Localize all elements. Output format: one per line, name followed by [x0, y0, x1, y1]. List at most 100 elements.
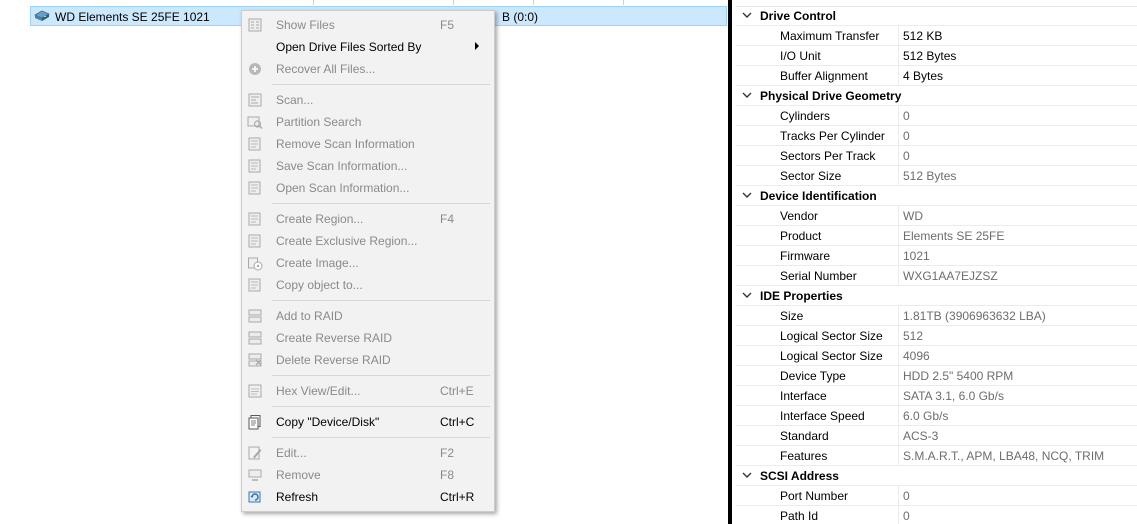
- property-row[interactable]: Firmware 1021: [736, 246, 1137, 266]
- context-menu: Show Files F5 Open Drive Files Sorted By Re…: [241, 10, 495, 512]
- column-divider: [898, 346, 899, 366]
- property-name: Product: [780, 229, 822, 243]
- group-title: SCSI Address: [760, 469, 839, 483]
- menu-item-open-drive-files-sorted-by[interactable]: Open Drive Files Sorted By: [242, 36, 494, 58]
- menu-item-add-to-raid[interactable]: Add to RAID: [242, 305, 494, 327]
- property-row[interactable]: Maximum Transfer 512 KB: [736, 26, 1137, 46]
- chevron-down-icon[interactable]: [741, 189, 753, 201]
- chevron-down-icon[interactable]: [741, 469, 753, 481]
- property-group-header[interactable]: Drive Control: [736, 6, 1137, 26]
- property-value: 1.81TB (3906963632 LBA): [903, 309, 1046, 323]
- menu-item-label: Remove: [276, 468, 321, 482]
- menu-item-label: Edit...: [276, 446, 307, 460]
- property-row[interactable]: Sectors Per Track 0: [736, 146, 1137, 166]
- menu-item-label: Copy "Device/Disk": [276, 415, 380, 429]
- menu-separator: [272, 406, 490, 407]
- show-files-icon: [248, 18, 262, 32]
- menu-item-create-reverse-raid[interactable]: Create Reverse RAID: [242, 327, 494, 349]
- properties-list: Drive Control Maximum Transfer 512 KB I/O U…: [736, 6, 1137, 524]
- column-divider: [898, 126, 899, 146]
- property-value: WD: [903, 209, 923, 223]
- copy-icon: [248, 415, 261, 430]
- menu-item-open-scan-information[interactable]: Open Scan Information...: [242, 177, 494, 199]
- property-row[interactable]: Port Number 0: [736, 486, 1137, 506]
- property-row[interactable]: Product Elements SE 25FE: [736, 226, 1137, 246]
- menu-item-shortcut: F5: [440, 18, 455, 32]
- group-title: Drive Control: [760, 9, 837, 23]
- menu-item-remove[interactable]: Remove F8: [242, 464, 494, 486]
- group-title: Device Identification: [760, 189, 877, 203]
- property-name: Interface: [780, 389, 827, 403]
- column-divider: [313, 0, 314, 5]
- property-group-header[interactable]: SCSI Address: [736, 466, 1137, 486]
- property-row[interactable]: Logical Sector Size 512: [736, 326, 1137, 346]
- menu-item-copy-object-to[interactable]: Copy object to...: [242, 274, 494, 296]
- menu-item-scan[interactable]: Scan...: [242, 89, 494, 111]
- property-row[interactable]: Vendor WD: [736, 206, 1137, 226]
- submenu-arrow-icon: [475, 42, 479, 50]
- property-row[interactable]: Features S.M.A.R.T., APM, LBA48, NCQ, TRI…: [736, 446, 1137, 466]
- menu-item-save-scan-information[interactable]: Save Scan Information...: [242, 155, 494, 177]
- property-value: WXG1AA7EJZSZ: [903, 269, 998, 283]
- property-value: SATA 3.1, 6.0 Gb/s: [903, 389, 1004, 403]
- column-divider: [898, 486, 899, 506]
- chevron-down-icon[interactable]: [741, 89, 753, 101]
- column-divider: [898, 386, 899, 406]
- menu-item-label: Show Files: [276, 18, 335, 32]
- property-row[interactable]: Logical Sector Size 4096: [736, 346, 1137, 366]
- chevron-down-icon[interactable]: [741, 9, 753, 21]
- property-row[interactable]: Device Type HDD 2.5" 5400 RPM: [736, 366, 1137, 386]
- menu-item-edit[interactable]: Edit... F2: [242, 442, 494, 464]
- panel-splitter[interactable]: [728, 0, 732, 524]
- property-group-header[interactable]: Device Identification: [736, 186, 1137, 206]
- menu-item-create-region[interactable]: Create Region... F4: [242, 208, 494, 230]
- remove-icon: [248, 469, 262, 481]
- create-image-icon: [248, 257, 263, 271]
- menu-item-create-exclusive-region[interactable]: Create Exclusive Region...: [242, 230, 494, 252]
- property-row[interactable]: Cylinders 0: [736, 106, 1137, 126]
- properties-panel: Drive Control Maximum Transfer 512 KB I/O U…: [736, 0, 1137, 524]
- menu-item-create-image[interactable]: Create Image...: [242, 252, 494, 274]
- property-group-header[interactable]: IDE Properties: [736, 286, 1137, 306]
- property-row[interactable]: Path Id 0: [736, 506, 1137, 524]
- menu-item-label: Partition Search: [276, 115, 362, 129]
- menu-item-recover-all-files[interactable]: Recover All Files...: [242, 58, 494, 80]
- column-divider: [898, 106, 899, 126]
- property-row[interactable]: Interface Speed 6.0 Gb/s: [736, 406, 1137, 426]
- property-name: Port Number: [780, 489, 849, 503]
- property-group-header[interactable]: Physical Drive Geometry: [736, 86, 1137, 106]
- menu-separator: [272, 203, 490, 204]
- property-name: Serial Number: [780, 269, 857, 283]
- column-divider: [898, 326, 899, 346]
- menu-item-refresh[interactable]: Refresh Ctrl+R: [242, 486, 494, 508]
- property-row[interactable]: Serial Number WXG1AA7EJZSZ: [736, 266, 1137, 286]
- property-name: Sectors Per Track: [780, 149, 876, 163]
- menu-item-remove-scan-information[interactable]: Remove Scan Information: [242, 133, 494, 155]
- property-name: Standard: [780, 429, 829, 443]
- property-name: Size: [780, 309, 804, 323]
- property-row[interactable]: Tracks Per Cylinder 0: [736, 126, 1137, 146]
- property-row[interactable]: I/O Unit 512 Bytes: [736, 46, 1137, 66]
- menu-item-copy-device-disk[interactable]: Copy "Device/Disk" Ctrl+C: [242, 411, 494, 433]
- menu-item-shortcut: F4: [440, 212, 455, 226]
- property-name: Sector Size: [780, 169, 842, 183]
- menu-item-partition-search[interactable]: Partition Search: [242, 111, 494, 133]
- menu-item-delete-reverse-raid[interactable]: Delete Reverse RAID: [242, 349, 494, 371]
- menu-item-label: Save Scan Information...: [276, 159, 408, 173]
- menu-item-hex-view-edit[interactable]: Hex View/Edit... Ctrl+E: [242, 380, 494, 402]
- menu-item-label: Delete Reverse RAID: [276, 353, 391, 367]
- property-row[interactable]: Buffer Alignment 4 Bytes: [736, 66, 1137, 86]
- property-row[interactable]: Size 1.81TB (3906963632 LBA): [736, 306, 1137, 326]
- property-value: 512 Bytes: [903, 49, 957, 63]
- chevron-down-icon[interactable]: [741, 289, 753, 301]
- property-row[interactable]: Interface SATA 3.1, 6.0 Gb/s: [736, 386, 1137, 406]
- menu-item-label: Open Scan Information...: [276, 181, 410, 195]
- property-name: Cylinders: [780, 109, 831, 123]
- property-row[interactable]: Sector Size 512 Bytes: [736, 166, 1137, 186]
- menu-item-label: Refresh: [276, 490, 319, 504]
- menu-item-show-files[interactable]: Show Files F5: [242, 14, 494, 36]
- property-row[interactable]: Standard ACS-3: [736, 426, 1137, 446]
- property-name: Interface Speed: [780, 409, 865, 423]
- property-name: Firmware: [780, 249, 830, 263]
- column-divider: [898, 246, 899, 266]
